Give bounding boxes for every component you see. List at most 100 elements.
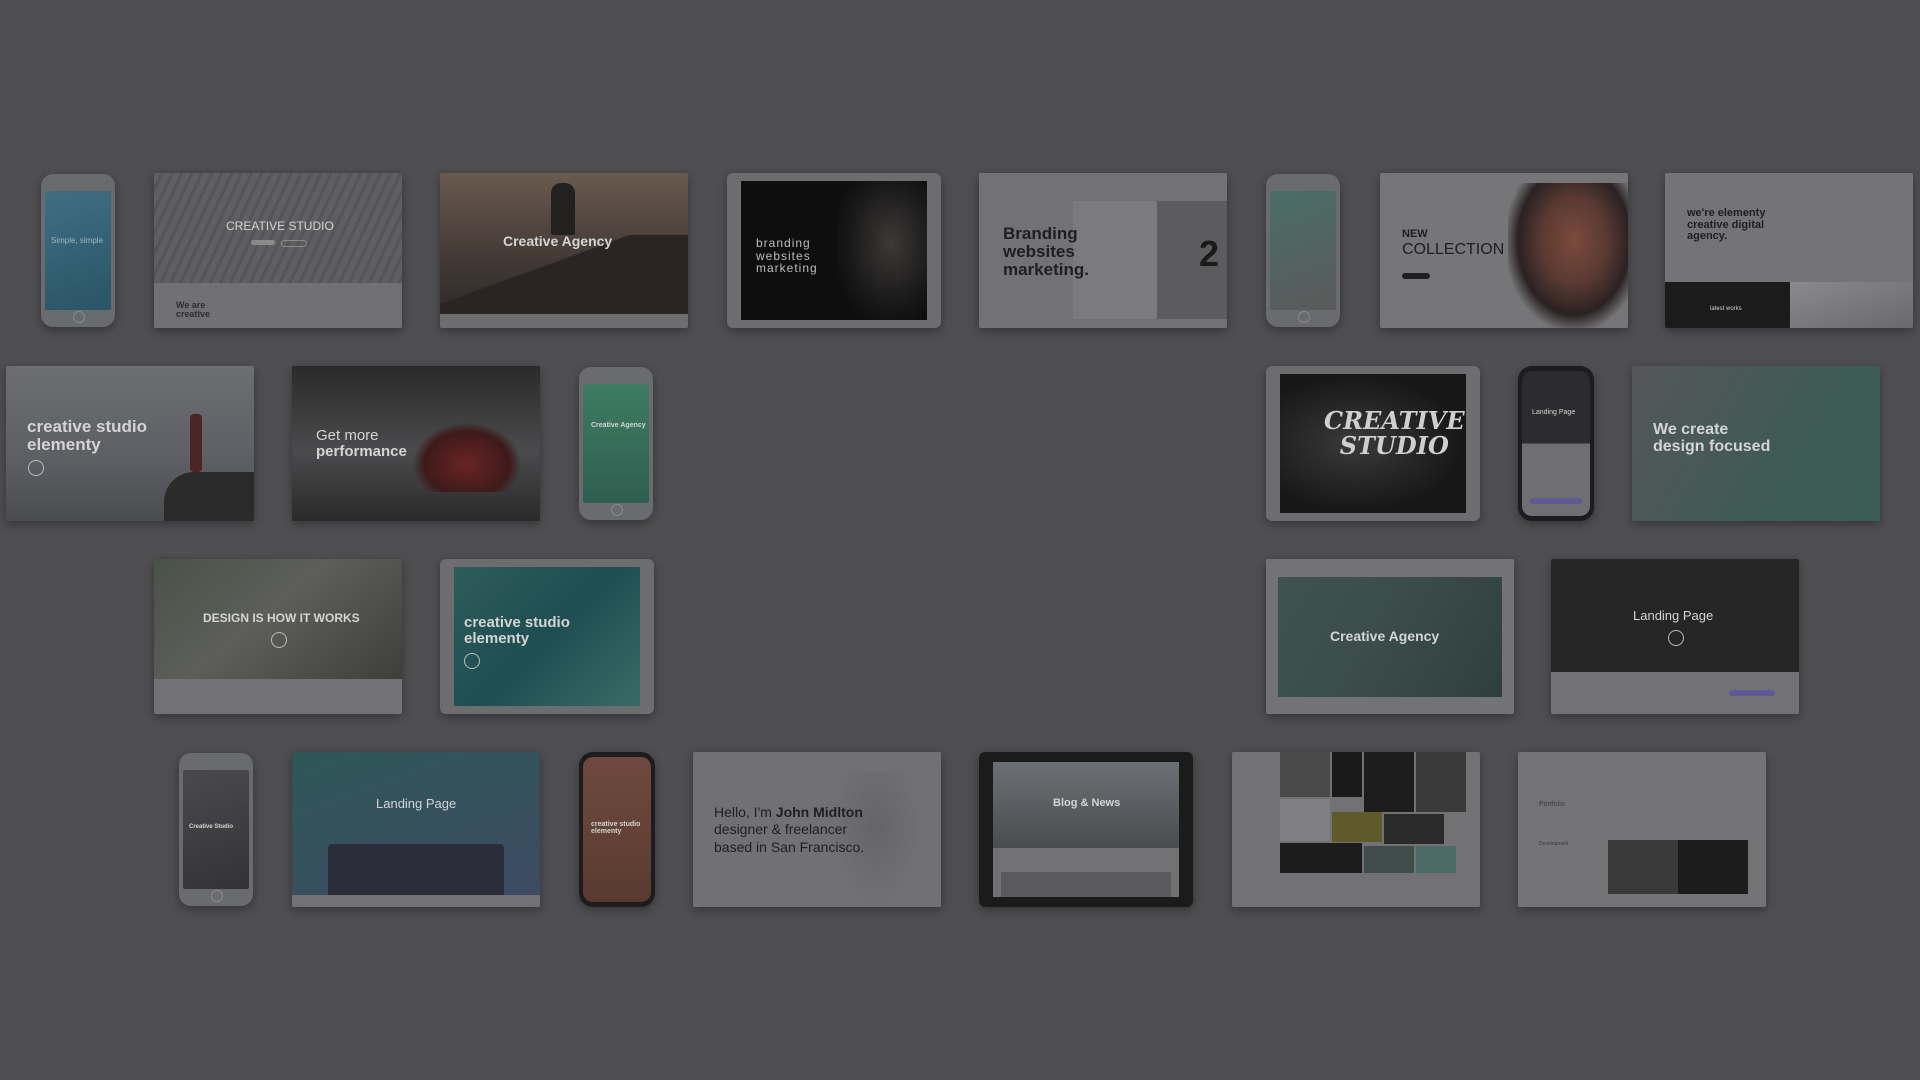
template-john-midlton[interactable]: Hello, I'm John Midlton designer & freel… xyxy=(693,752,941,907)
submit-button[interactable] xyxy=(1530,498,1582,504)
gallery-tile-6 xyxy=(1332,812,1382,842)
works-dark-panel xyxy=(1665,282,1790,328)
phone-screen: Creative Studio xyxy=(183,770,249,889)
phone-screen: creative studio elementy xyxy=(583,757,651,902)
hello-line: Hello, I'm John Midlton xyxy=(714,804,863,820)
template-creative-studio[interactable]: CREATIVE STUDIO We are creative xyxy=(154,173,402,328)
portfolio-title: Portfolio xyxy=(1539,801,1565,808)
we-create-title: We create design focused xyxy=(1653,421,1771,455)
gallery-tile-3 xyxy=(1364,752,1414,812)
simple-label: Simple, simple xyxy=(51,236,104,245)
tablet-blog-news[interactable]: Blog & News xyxy=(979,752,1193,907)
gallery-tile-1 xyxy=(1280,752,1330,797)
portrait-image xyxy=(837,181,927,320)
car-image xyxy=(412,422,522,492)
tablet-screen: Blog & News xyxy=(993,762,1179,897)
template-branding-light[interactable]: Branding websites marketing. 2 xyxy=(979,173,1227,328)
building-agency-title: Creative Agency xyxy=(1330,628,1440,644)
gallery-tile-10 xyxy=(1416,846,1456,873)
orange-title: creative studio elementy xyxy=(591,821,641,836)
landing-dark-title: Landing Page xyxy=(1633,608,1714,623)
development-label: Development xyxy=(1539,841,1569,847)
cta-button[interactable] xyxy=(1729,690,1775,696)
template-building-agency[interactable]: Creative Agency xyxy=(1266,559,1514,714)
tablet-creative-studio[interactable]: CREATIVE STUDIO xyxy=(1266,366,1480,521)
branding-text: branding websites marketing xyxy=(756,236,818,276)
hero-button[interactable] xyxy=(251,240,275,245)
rock-ledge xyxy=(164,472,254,521)
hello-name: John Midlton xyxy=(775,804,863,820)
template-portfolio[interactable]: Portfolio Development xyxy=(1518,752,1766,907)
gallery-tile-9 xyxy=(1364,846,1414,873)
collection-label: COLLECTION xyxy=(1402,241,1505,258)
hero-button-2[interactable] xyxy=(281,240,307,247)
gallery-tile-8 xyxy=(1280,843,1362,873)
phone-screen: Landing Page xyxy=(1522,371,1590,516)
agency-intro: we're elementy creative digital agency. xyxy=(1687,207,1766,243)
blog-thumb xyxy=(1001,872,1171,897)
phone-title: Creative Agency xyxy=(591,422,646,429)
home-button xyxy=(1298,311,1310,323)
gallery-tile-5 xyxy=(1280,799,1330,841)
template-climber[interactable]: creative studio elementy xyxy=(6,366,254,521)
creative-studio-script: CREATIVE STUDIO xyxy=(1324,406,1465,461)
works-image xyxy=(1790,282,1913,328)
ocean-title: creative studio elementy xyxy=(464,614,570,647)
model-image xyxy=(1508,183,1628,328)
landing-phone-title: Landing Page xyxy=(1532,409,1576,416)
tablet-ocean[interactable]: creative studio elementy xyxy=(440,559,654,714)
play-icon[interactable] xyxy=(1668,630,1684,646)
tablet-screen: branding websites marketing xyxy=(741,181,927,320)
hello-rest: designer & freelancer based in San Franc… xyxy=(714,821,865,855)
phone-screen: Simple, simple xyxy=(45,191,111,310)
template-elementy-agency[interactable]: we're elementy creative digital agency. … xyxy=(1665,173,1913,328)
template-landing-dark[interactable]: Landing Page xyxy=(1551,559,1799,714)
template-new-collection[interactable]: NEW COLLECTION xyxy=(1380,173,1628,328)
tablet-screen: CREATIVE STUDIO xyxy=(1280,374,1466,513)
play-icon[interactable] xyxy=(271,632,287,648)
blog-news-title: Blog & News xyxy=(1053,797,1121,809)
home-button xyxy=(73,311,85,323)
shop-button[interactable] xyxy=(1402,273,1430,279)
phone-mockup-creative-agency[interactable]: Creative Agency xyxy=(579,367,653,520)
phone-mockup-agency[interactable] xyxy=(1266,174,1340,327)
landing-laptop-title: Landing Page xyxy=(376,796,457,811)
template-design-focused[interactable]: We create design focused xyxy=(1632,366,1880,521)
big-number: 2 xyxy=(1199,233,1220,274)
creative-studio-elementy: creative studio elementy xyxy=(27,417,147,454)
gallery-tile-4 xyxy=(1416,752,1466,812)
tablet-screen: creative studio elementy xyxy=(454,567,640,706)
latest-works-label: latest works xyxy=(1710,306,1742,312)
home-button xyxy=(211,890,223,902)
phone-mockup-simple[interactable]: Simple, simple xyxy=(41,174,115,327)
template-creative-agency[interactable]: Creative Agency xyxy=(440,173,688,328)
we-are-creative: We are creative xyxy=(176,300,211,320)
gallery-tile-2 xyxy=(1332,752,1362,797)
template-design-works[interactable]: DESIGN IS HOW IT WORKS xyxy=(154,559,402,714)
portfolio-image-2 xyxy=(1678,840,1748,894)
phone-mockup-studio[interactable]: Creative Studio xyxy=(179,753,253,906)
get-more-label: Get more xyxy=(316,427,379,444)
phone-mockup-landing[interactable]: Landing Page xyxy=(1518,366,1594,521)
phone-screen xyxy=(1270,191,1336,310)
new-label: NEW xyxy=(1402,228,1428,240)
template-gallery-grid[interactable] xyxy=(1232,752,1480,907)
play-icon[interactable] xyxy=(464,653,480,669)
phone-studio-title: Creative Studio xyxy=(189,824,234,830)
home-button xyxy=(611,504,623,516)
branding-light-title: Branding websites marketing. xyxy=(1003,224,1089,279)
template-landing-laptop[interactable]: Landing Page xyxy=(292,752,540,907)
design-works-title: DESIGN IS HOW IT WORKS xyxy=(203,611,360,625)
template-car-performance[interactable]: Get more performance xyxy=(292,366,540,521)
phone-mockup-orange[interactable]: creative studio elementy xyxy=(579,752,655,907)
performance-label: performance xyxy=(316,443,407,460)
tablet-branding-dark[interactable]: branding websites marketing xyxy=(727,173,941,328)
phone-screen: Creative Agency xyxy=(583,384,649,503)
hello-prefix: Hello, I'm xyxy=(714,804,776,820)
climber-figure xyxy=(190,414,202,472)
laptop-screen xyxy=(328,844,504,896)
person-figure xyxy=(551,183,575,235)
creative-agency-title: Creative Agency xyxy=(503,233,613,249)
gallery-tile-7 xyxy=(1384,814,1444,844)
play-icon[interactable] xyxy=(28,460,44,476)
